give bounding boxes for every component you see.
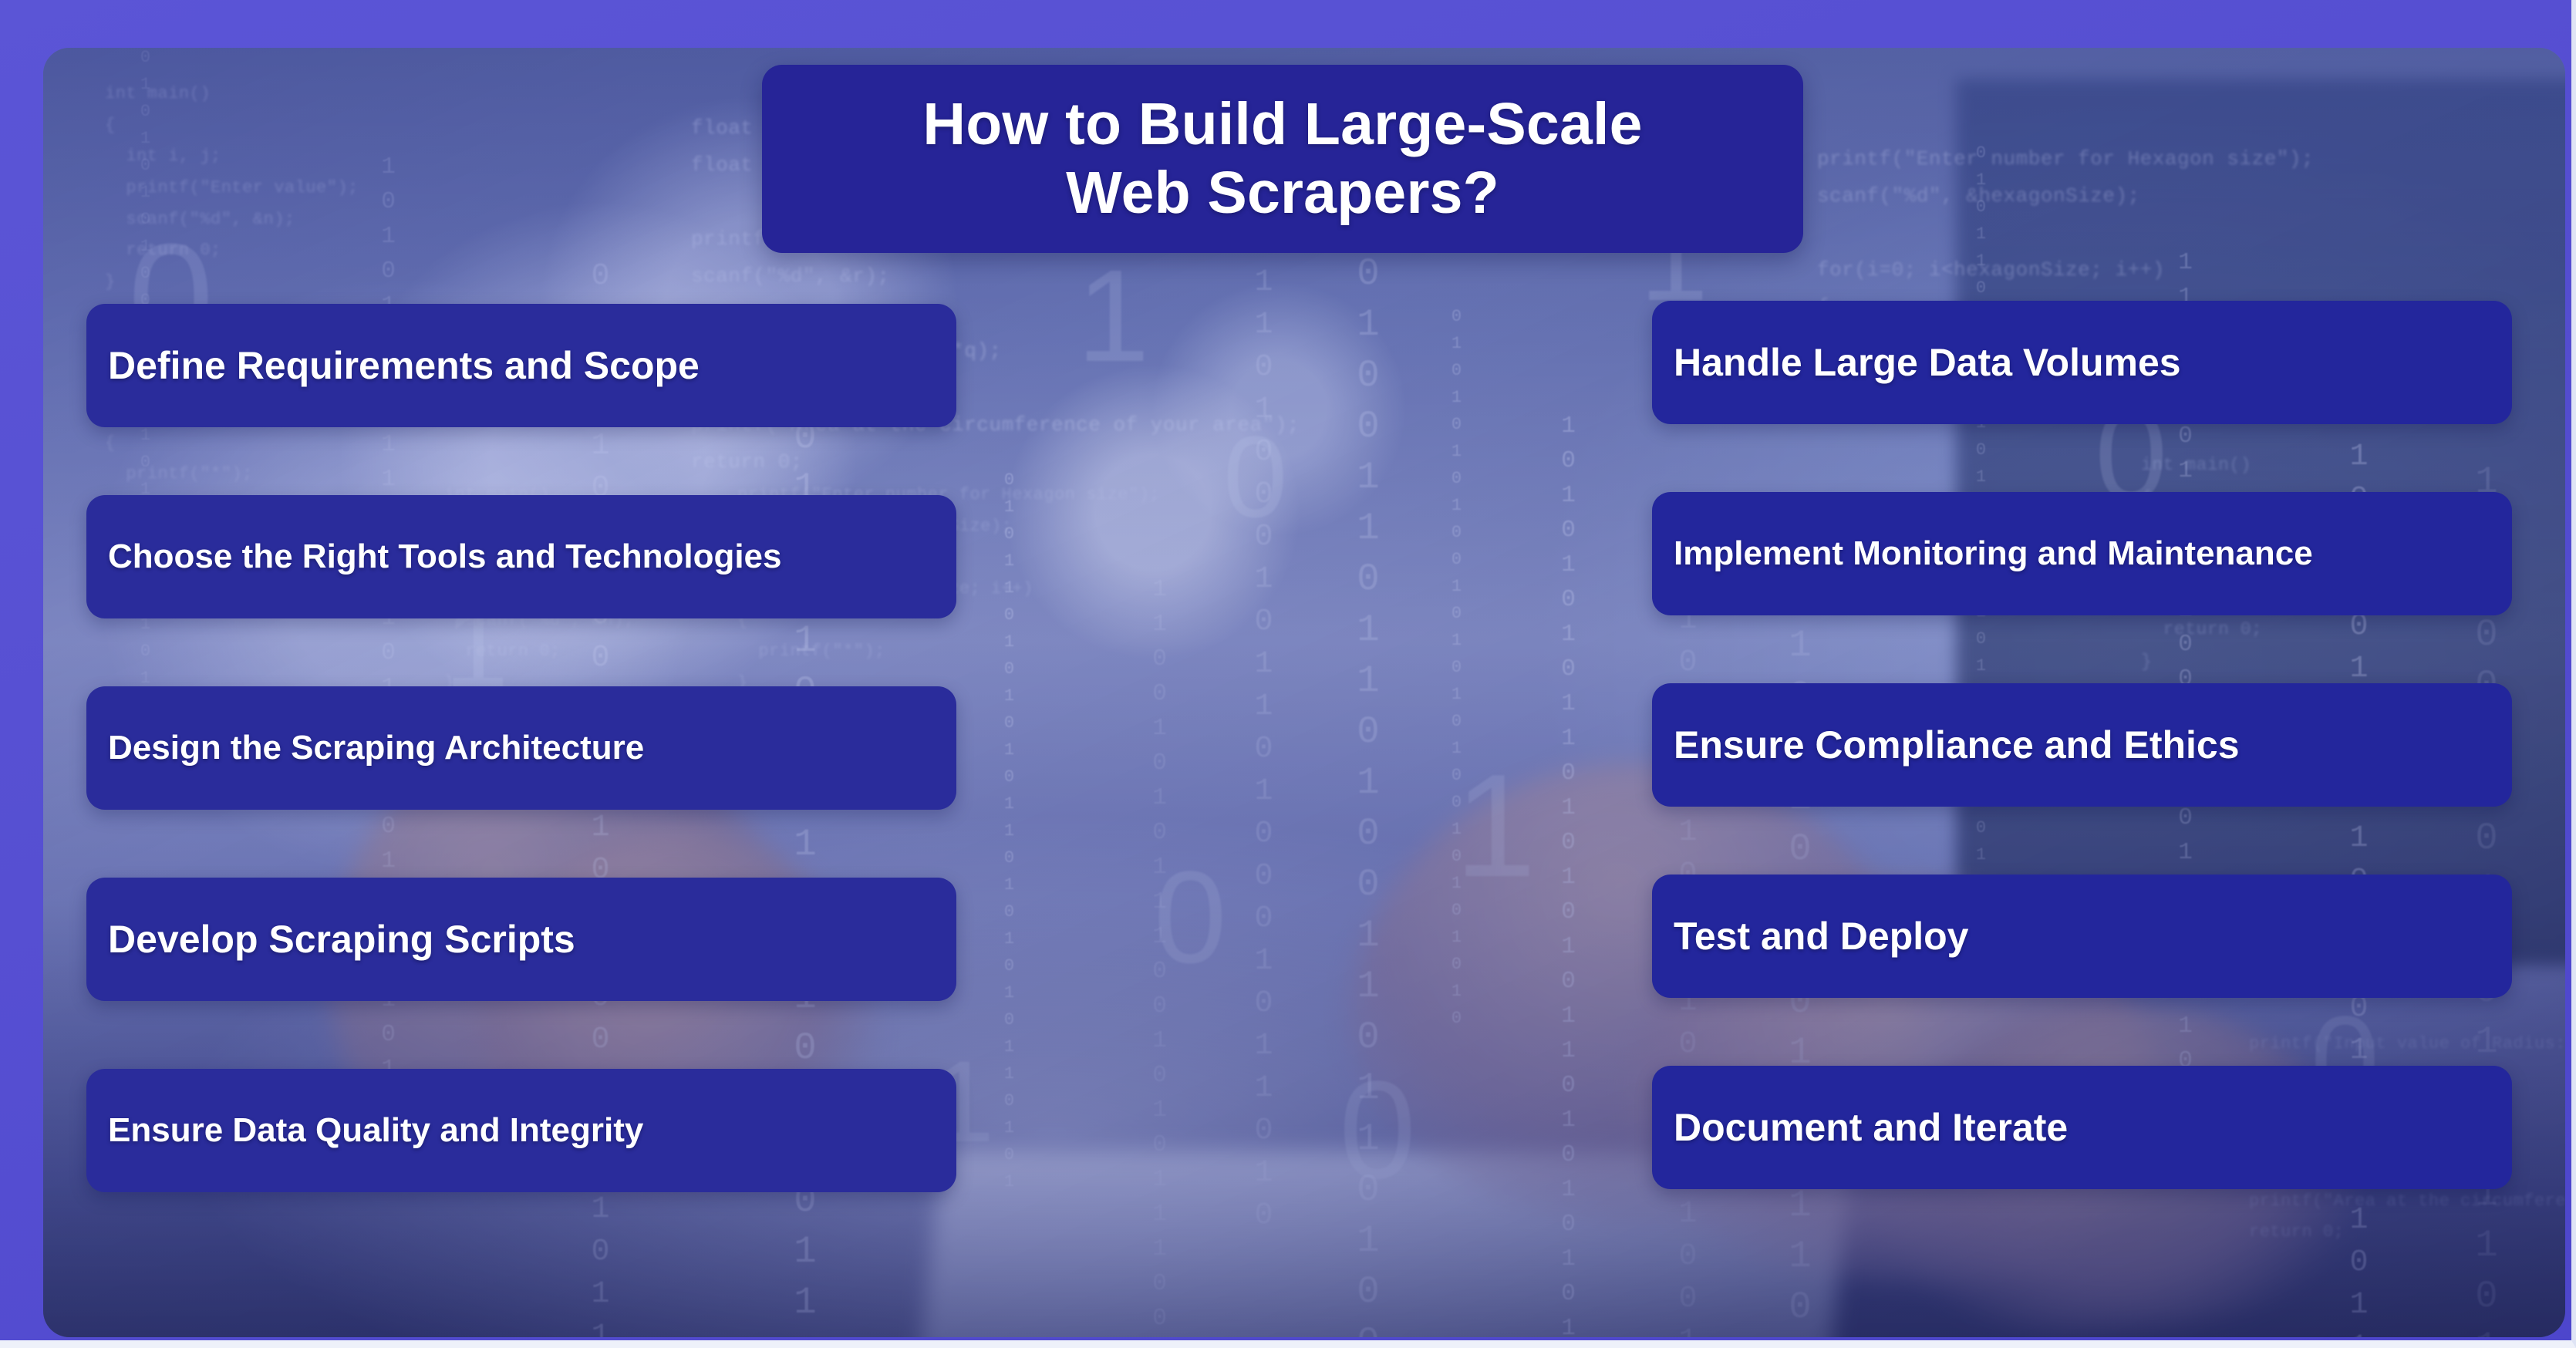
steps-column-right: Handle Large Data Volumes Implement Monit… (1652, 301, 2512, 1189)
step-label: Ensure Data Quality and Integrity (108, 1111, 644, 1149)
step-label: Implement Monitoring and Maintenance (1674, 534, 2313, 572)
step-label: Ensure Compliance and Ethics (1674, 723, 2240, 767)
step-label: Handle Large Data Volumes (1674, 341, 2181, 384)
step-card-left-5[interactable]: Ensure Data Quality and Integrity (86, 1069, 956, 1192)
step-card-left-4[interactable]: Develop Scraping Scripts (86, 878, 956, 1001)
step-card-left-3[interactable]: Design the Scraping Architecture (86, 686, 956, 810)
page-title: How to Build Large-Scale Web Scrapers? (922, 90, 1642, 228)
step-card-right-2[interactable]: Implement Monitoring and Maintenance (1652, 492, 2512, 615)
step-card-right-1[interactable]: Handle Large Data Volumes (1652, 301, 2512, 424)
infographic-root: float s; float area; printf("Input value… (0, 0, 2576, 1348)
title-card: How to Build Large-Scale Web Scrapers? (762, 65, 1803, 253)
step-card-left-2[interactable]: Choose the Right Tools and Technologies (86, 495, 956, 618)
step-card-right-5[interactable]: Document and Iterate (1652, 1066, 2512, 1189)
step-label: Test and Deploy (1674, 915, 1969, 958)
step-card-left-1[interactable]: Define Requirements and Scope (86, 304, 956, 427)
step-label: Define Requirements and Scope (108, 344, 700, 387)
page-title-line-1: How to Build Large-Scale (922, 90, 1643, 157)
step-label: Design the Scraping Architecture (108, 729, 645, 767)
step-card-right-3[interactable]: Ensure Compliance and Ethics (1652, 683, 2512, 807)
step-label: Develop Scraping Scripts (108, 918, 575, 961)
step-label: Choose the Right Tools and Technologies (108, 538, 782, 575)
step-label: Document and Iterate (1674, 1106, 2069, 1149)
page-title-line-2: Web Scrapers? (1066, 160, 1499, 226)
step-card-right-4[interactable]: Test and Deploy (1652, 875, 2512, 998)
steps-column-left: Define Requirements and Scope Choose the … (86, 304, 956, 1192)
